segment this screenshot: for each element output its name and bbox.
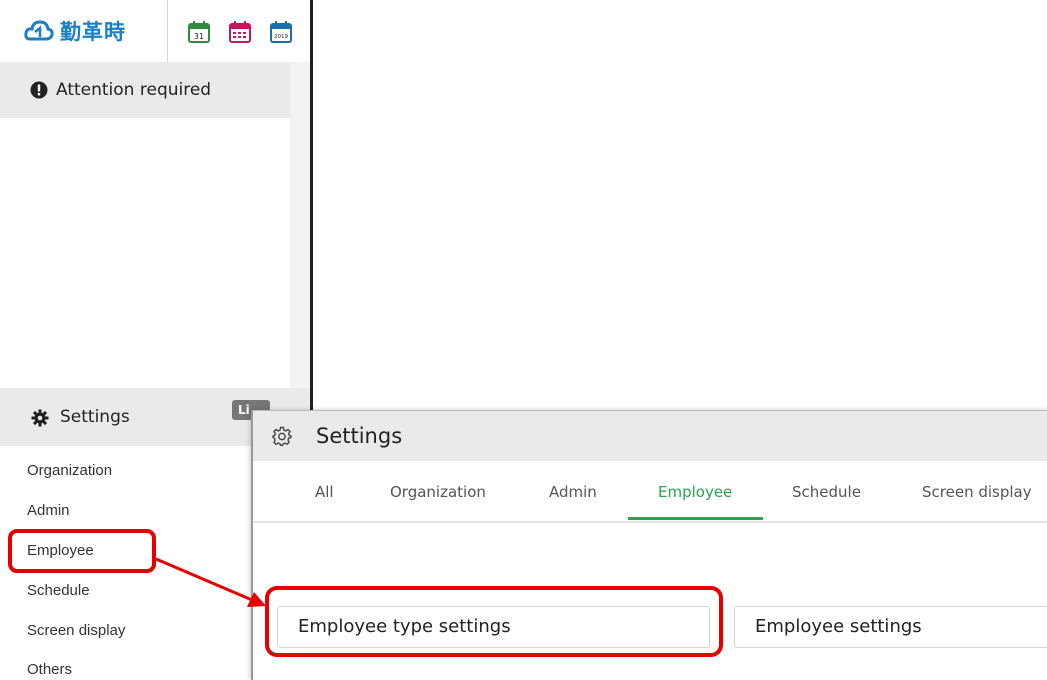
tab-all[interactable]: All	[315, 483, 334, 501]
app-header: 勤革時 31 2019	[0, 0, 310, 63]
sidebar-item-schedule[interactable]: Schedule	[27, 582, 90, 599]
exclamation-circle-icon	[30, 81, 48, 99]
tab-screen-display[interactable]: Screen display	[922, 483, 1032, 501]
dialog-title: Settings	[316, 424, 403, 448]
sidebar-item-organization[interactable]: Organization	[27, 462, 112, 479]
employee-highlight-box	[8, 529, 156, 573]
gear-icon	[31, 409, 49, 427]
tab-schedule[interactable]: Schedule	[792, 483, 861, 501]
attention-label: Attention required	[56, 80, 212, 100]
settings-label: Settings	[60, 407, 130, 427]
sidebar-item-screen-display[interactable]: Screen display	[27, 622, 125, 639]
tab-organization[interactable]: Organization	[390, 483, 486, 501]
calendar-year-icon[interactable]: 2019	[270, 21, 292, 43]
logo-text: 勤革時	[60, 20, 126, 44]
employee-settings-button[interactable]: Employee settings	[734, 606, 1047, 648]
header-divider	[167, 0, 168, 62]
attention-required-header[interactable]: Attention required	[0, 62, 290, 118]
calendar-day-label: 31	[194, 32, 204, 41]
tab-admin[interactable]: Admin	[549, 483, 597, 501]
calendar-31-icon[interactable]: 31	[188, 21, 210, 43]
dialog-titlebar: Settings	[253, 411, 1047, 461]
active-tab-indicator	[628, 517, 763, 520]
tab-bar: All Organization Admin Employee Schedule…	[253, 461, 1047, 523]
sidebar-item-admin[interactable]: Admin	[27, 502, 70, 519]
sidebar-item-others[interactable]: Others	[27, 661, 72, 678]
scrollbar-track[interactable]	[290, 62, 310, 392]
gear-outline-icon	[272, 426, 292, 446]
tab-employee[interactable]: Employee	[658, 483, 732, 501]
calendar-year-label: 2019	[274, 34, 288, 40]
calendar-month-icon[interactable]	[229, 21, 251, 43]
brand-logo[interactable]: 勤革時	[24, 16, 126, 46]
cloud-logo-icon	[24, 20, 54, 41]
employee-type-highlight-box	[265, 586, 723, 657]
